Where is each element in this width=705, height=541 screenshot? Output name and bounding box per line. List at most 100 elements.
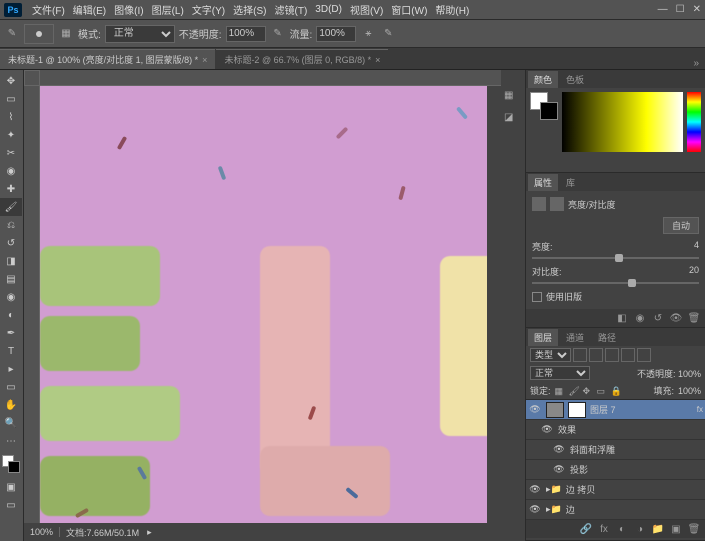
actions-panel-icon[interactable]: ◪: [504, 112, 522, 130]
hand-tool[interactable]: ✋: [0, 396, 22, 414]
layer-mask-icon[interactable]: ◐: [615, 522, 629, 536]
menu-layer[interactable]: 图层(L): [152, 2, 184, 17]
visibility-toggle[interactable]: 👁: [550, 464, 568, 475]
eraser-tool[interactable]: ◨: [0, 252, 22, 270]
window-minimize[interactable]: —: [658, 4, 668, 15]
lock-pixels-icon[interactable]: 🖌: [569, 386, 579, 396]
fx-badge[interactable]: fx: [697, 405, 703, 414]
layer-name[interactable]: 边: [564, 503, 705, 516]
layer-effects-row[interactable]: 👁 效果: [526, 420, 705, 440]
airbrush-icon[interactable]: ⚹: [360, 26, 376, 42]
reset-icon[interactable]: ↺: [651, 311, 665, 325]
rectangle-tool[interactable]: ▭: [0, 378, 22, 396]
layer-filter-select[interactable]: 类型: [530, 348, 571, 362]
group-icon[interactable]: 📁: [651, 522, 665, 536]
gradient-tool[interactable]: ▤: [0, 270, 22, 288]
layer-opacity-value[interactable]: 100%: [678, 369, 701, 379]
menu-file[interactable]: 文件(F): [32, 2, 65, 17]
move-tool[interactable]: ✥: [0, 72, 22, 90]
visibility-icon[interactable]: 👁: [669, 311, 683, 325]
ruler-vertical[interactable]: [24, 86, 40, 523]
tab-paths[interactable]: 路径: [592, 329, 622, 346]
tab-libraries[interactable]: 库: [560, 174, 581, 191]
color-swatch-tool[interactable]: [0, 450, 22, 478]
visibility-toggle[interactable]: 👁: [526, 484, 544, 495]
marquee-tool[interactable]: ▭: [0, 90, 22, 108]
background-color[interactable]: [540, 102, 558, 120]
document-tab-2[interactable]: 未标题-2 @ 66.7% (图层 0, RGB/8) * ×: [216, 49, 388, 69]
tab-layers[interactable]: 图层: [528, 329, 558, 346]
link-layers-icon[interactable]: 🔗: [579, 522, 593, 536]
tab-channels[interactable]: 通道: [560, 329, 590, 346]
brush-tool[interactable]: 🖌: [0, 198, 22, 216]
hue-slider[interactable]: [687, 92, 701, 152]
menu-help[interactable]: 帮助(H): [435, 2, 469, 17]
dodge-tool[interactable]: ◐: [0, 306, 22, 324]
layer-style-icon[interactable]: fx: [597, 522, 611, 536]
lock-all-icon[interactable]: 🔒: [611, 386, 621, 396]
brush-panel-icon[interactable]: ▦: [58, 26, 74, 42]
scrollbar-vertical[interactable]: [487, 86, 501, 523]
menu-window[interactable]: 窗口(W): [391, 2, 427, 17]
clip-icon[interactable]: ◧: [615, 311, 629, 325]
contrast-slider[interactable]: [532, 282, 699, 284]
layer-name[interactable]: 边 拷贝: [564, 483, 705, 496]
lock-transparency-icon[interactable]: ▦: [555, 386, 565, 396]
color-field[interactable]: [562, 92, 683, 152]
flow-input[interactable]: [316, 26, 356, 42]
window-close[interactable]: ✕: [693, 4, 701, 15]
tab-color[interactable]: 颜色: [528, 71, 558, 88]
layer-mask-thumbnail[interactable]: [568, 402, 586, 418]
menu-view[interactable]: 视图(V): [350, 2, 383, 17]
ruler-origin[interactable]: [24, 70, 40, 86]
doc-info[interactable]: 文档:7.66M/50.1M: [60, 526, 145, 539]
layer-thumbnail[interactable]: [546, 402, 564, 418]
menu-image[interactable]: 图像(I): [114, 2, 143, 17]
path-select-tool[interactable]: ▸: [0, 360, 22, 378]
menu-edit[interactable]: 编辑(E): [73, 2, 106, 17]
crop-tool[interactable]: ✂: [0, 144, 22, 162]
stamp-tool[interactable]: ⎌: [0, 216, 22, 234]
delete-layer-icon[interactable]: 🗑: [687, 522, 701, 536]
zoom-display[interactable]: 100%: [24, 527, 60, 537]
color-foreground-background[interactable]: [530, 92, 558, 120]
edit-toolbar[interactable]: ⋯: [0, 432, 22, 450]
delete-icon[interactable]: 🗑: [687, 311, 701, 325]
lock-position-icon[interactable]: ✥: [583, 386, 593, 396]
quick-select-tool[interactable]: ✦: [0, 126, 22, 144]
menu-type[interactable]: 文字(Y): [192, 2, 225, 17]
healing-tool[interactable]: ✚: [0, 180, 22, 198]
tool-preset-icon[interactable]: ✎: [4, 26, 20, 42]
filter-adjustment-icon[interactable]: [589, 348, 603, 362]
doc-info-arrow-icon[interactable]: ▸: [147, 527, 152, 538]
fill-value[interactable]: 100%: [678, 386, 701, 396]
layer-row[interactable]: 👁 ▸📁 边: [526, 500, 705, 520]
visibility-toggle[interactable]: 👁: [538, 424, 556, 435]
blur-tool[interactable]: ◉: [0, 288, 22, 306]
auto-button[interactable]: 自动: [663, 217, 699, 234]
type-tool[interactable]: T: [0, 342, 22, 360]
lasso-tool[interactable]: ⌇: [0, 108, 22, 126]
layer-name[interactable]: 图层 7: [588, 403, 697, 416]
blend-mode-select[interactable]: 正常: [530, 366, 590, 380]
lock-artboard-icon[interactable]: ▭: [597, 386, 607, 396]
legacy-checkbox[interactable]: [532, 292, 542, 302]
document-tab-1[interactable]: 未标题-1 @ 100% (亮度/对比度 1, 图层蒙版/8) * ×: [0, 49, 215, 69]
visibility-toggle[interactable]: 👁: [550, 444, 568, 455]
screen-mode-tool[interactable]: ▭: [0, 496, 22, 514]
visibility-toggle[interactable]: 👁: [526, 504, 544, 515]
history-panel-icon[interactable]: ▦: [504, 90, 522, 108]
tab-close-icon[interactable]: ×: [375, 55, 380, 65]
filter-smart-icon[interactable]: [637, 348, 651, 362]
zoom-tool[interactable]: 🔍: [0, 414, 22, 432]
opacity-input[interactable]: [226, 26, 266, 42]
menu-3d[interactable]: 3D(D): [315, 4, 342, 15]
filter-type-icon[interactable]: [605, 348, 619, 362]
tab-swatches[interactable]: 色板: [560, 71, 590, 88]
brightness-slider[interactable]: [532, 257, 699, 259]
filter-pixel-icon[interactable]: [573, 348, 587, 362]
layer-effect-item[interactable]: 👁 投影: [526, 460, 705, 480]
contrast-value[interactable]: 20: [689, 265, 699, 278]
tab-properties[interactable]: 属性: [528, 174, 558, 191]
pressure-size-icon[interactable]: ✎: [380, 26, 396, 42]
